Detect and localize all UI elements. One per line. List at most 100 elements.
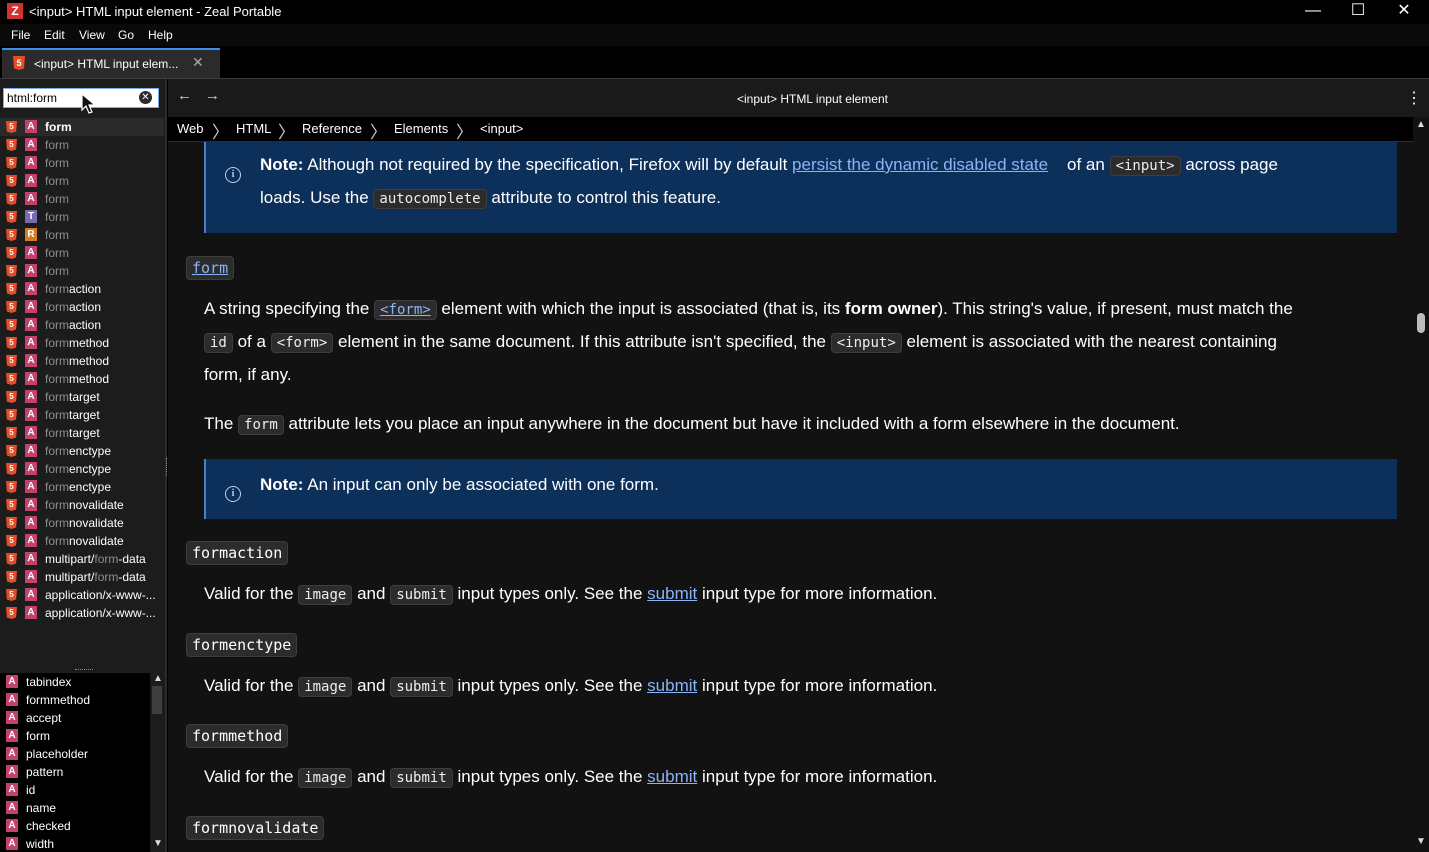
form-element-link[interactable]: <form> [374,300,437,320]
search-result-item[interactable]: 5 Aformaction [0,280,164,298]
clear-search-icon[interactable]: ✕ [139,91,152,104]
breadcrumb: Web 〉 HTML 〉 Reference 〉 Elements 〉 <inp… [168,117,1413,142]
html5-icon: 5 [6,301,17,313]
toc-item[interactable]: Aid [0,781,150,799]
menu-file[interactable]: File [11,28,30,42]
window-title: <input> HTML input element - Zeal Portab… [29,4,282,19]
menu-go[interactable]: Go [118,28,134,42]
breadcrumb-html[interactable]: HTML [236,121,271,136]
toc-item-label: checked [26,819,71,833]
menu-edit[interactable]: Edit [44,28,65,42]
toc-item[interactable]: Aaccept [0,709,150,727]
breadcrumb-sep-icon: 〉 [212,123,229,142]
toc-item-label: placeholder [26,747,89,761]
breadcrumb-reference[interactable]: Reference [302,121,362,136]
toc-scrollbar[interactable]: ▲ ▼ [150,673,164,852]
scroll-thumb[interactable] [1417,313,1425,333]
result-label: form [45,228,69,242]
search-result-item[interactable]: 5 Aapplication/x-www-... [0,604,164,622]
note-box: i Note: Although not required by the spe… [204,142,1397,233]
document-scrollbar[interactable]: ▲ ▼ [1413,117,1429,852]
breadcrumb-web[interactable]: Web [177,121,204,136]
menu-view[interactable]: View [79,28,105,42]
submit-link[interactable]: submit [647,676,697,695]
heading-formaction: formaction [186,541,289,565]
breadcrumb-sep-icon: 〉 [456,123,473,142]
search-result-item[interactable]: 5 Tform [0,208,164,226]
search-result-item[interactable]: 5 Aformnovalidate [0,496,164,514]
html5-icon: 5 [6,283,17,295]
document-view: i Note: Although not required by the spe… [168,142,1413,852]
result-label: formnovalidate [45,534,124,548]
entry-type-icon: R [25,228,37,241]
breadcrumb-elements[interactable]: Elements [394,121,448,136]
search-result-item[interactable]: 5 Aformnovalidate [0,532,164,550]
persist-disabled-state-link[interactable]: persist the dynamic disabled state [792,155,1048,174]
info-icon: i [225,167,241,183]
toc-item-label: width [26,837,55,851]
search-result-item[interactable]: 5 Aform [0,136,164,154]
search-result-item[interactable]: 5 Amultipart/form-data [0,568,164,586]
search-result-item[interactable]: 5 Aformenctype [0,460,164,478]
submit-link[interactable]: submit [647,584,697,603]
toc-scroll-thumb[interactable] [152,686,162,714]
toc-scroll-up-icon[interactable]: ▲ [153,673,163,684]
search-result-item[interactable]: 5 Aformenctype [0,442,164,460]
attribute-icon: A [6,747,18,760]
search-result-item[interactable]: 5 Aform [0,190,164,208]
search-result-item[interactable]: 5 Aformtarget [0,406,164,424]
html5-icon: 5 [6,139,17,151]
tab-input-element[interactable]: 5 <input> HTML input elem... ✕ [2,48,220,78]
search-result-item[interactable]: 5 Aformmethod [0,370,164,388]
content-toolbar: ← → <input> HTML input element ⋮ [168,79,1429,117]
search-result-item[interactable]: 5 Aformtarget [0,424,164,442]
breadcrumb-input[interactable]: <input> [480,121,523,136]
html5-icon: 5 [6,481,17,493]
splitter-grip [75,669,93,671]
scroll-down-icon[interactable]: ▼ [1416,836,1426,847]
search-result-item[interactable]: 5 Aform [0,262,164,280]
heading-form-link[interactable]: form [186,256,235,280]
search-result-item[interactable]: 5 Aformmethod [0,352,164,370]
search-result-item[interactable]: 5 Aform [0,244,164,262]
search-result-item[interactable]: 5 Aformmethod [0,334,164,352]
entry-type-icon: A [25,246,37,259]
toc-scroll-down-icon[interactable]: ▼ [153,838,163,849]
tab-close-icon[interactable]: ✕ [192,54,204,71]
maximize-button[interactable]: ☐ [1335,0,1381,24]
search-result-item[interactable]: 5 Aformnovalidate [0,514,164,532]
toc-item[interactable]: Aname [0,799,150,817]
html5-icon: 5 [6,193,17,205]
toc-item[interactable]: Aplaceholder [0,745,150,763]
toc-item[interactable]: Awidth [0,835,150,852]
more-menu-icon[interactable]: ⋮ [1406,88,1422,108]
html5-icon: 5 [6,229,17,241]
search-result-item[interactable]: 5 Aformaction [0,298,164,316]
toc-item[interactable]: Atabindex [0,673,150,691]
search-result-item[interactable]: 5 Aform [0,172,164,190]
search-result-item[interactable]: 5 Aapplication/x-www-... [0,586,164,604]
entry-type-icon: A [25,174,37,187]
html5-icon: 5 [6,373,17,385]
minimize-button[interactable]: — [1290,0,1336,24]
search-result-item[interactable]: 5 Aformtarget [0,388,164,406]
menu-help[interactable]: Help [148,28,173,42]
close-window-button[interactable]: ✕ [1381,0,1427,24]
scroll-up-icon[interactable]: ▲ [1416,119,1426,130]
result-label: formnovalidate [45,516,124,530]
search-result-item[interactable]: 5 Amultipart/form-data [0,550,164,568]
toc-item-label: accept [26,711,62,725]
html5-icon: 5 [6,391,17,403]
search-result-item[interactable]: 5 Aform [0,118,164,136]
search-input[interactable] [7,90,127,106]
submit-link[interactable]: submit [647,767,697,786]
search-result-item[interactable]: 5 Rform [0,226,164,244]
toc-item[interactable]: Achecked [0,817,150,835]
entry-type-icon: A [25,606,37,619]
search-result-item[interactable]: 5 Aformenctype [0,478,164,496]
toc-item[interactable]: Apattern [0,763,150,781]
search-result-item[interactable]: 5 Aform [0,154,164,172]
search-result-item[interactable]: 5 Aformaction [0,316,164,334]
toc-item[interactable]: Aformmethod [0,691,150,709]
toc-item[interactable]: Aform [0,727,150,745]
